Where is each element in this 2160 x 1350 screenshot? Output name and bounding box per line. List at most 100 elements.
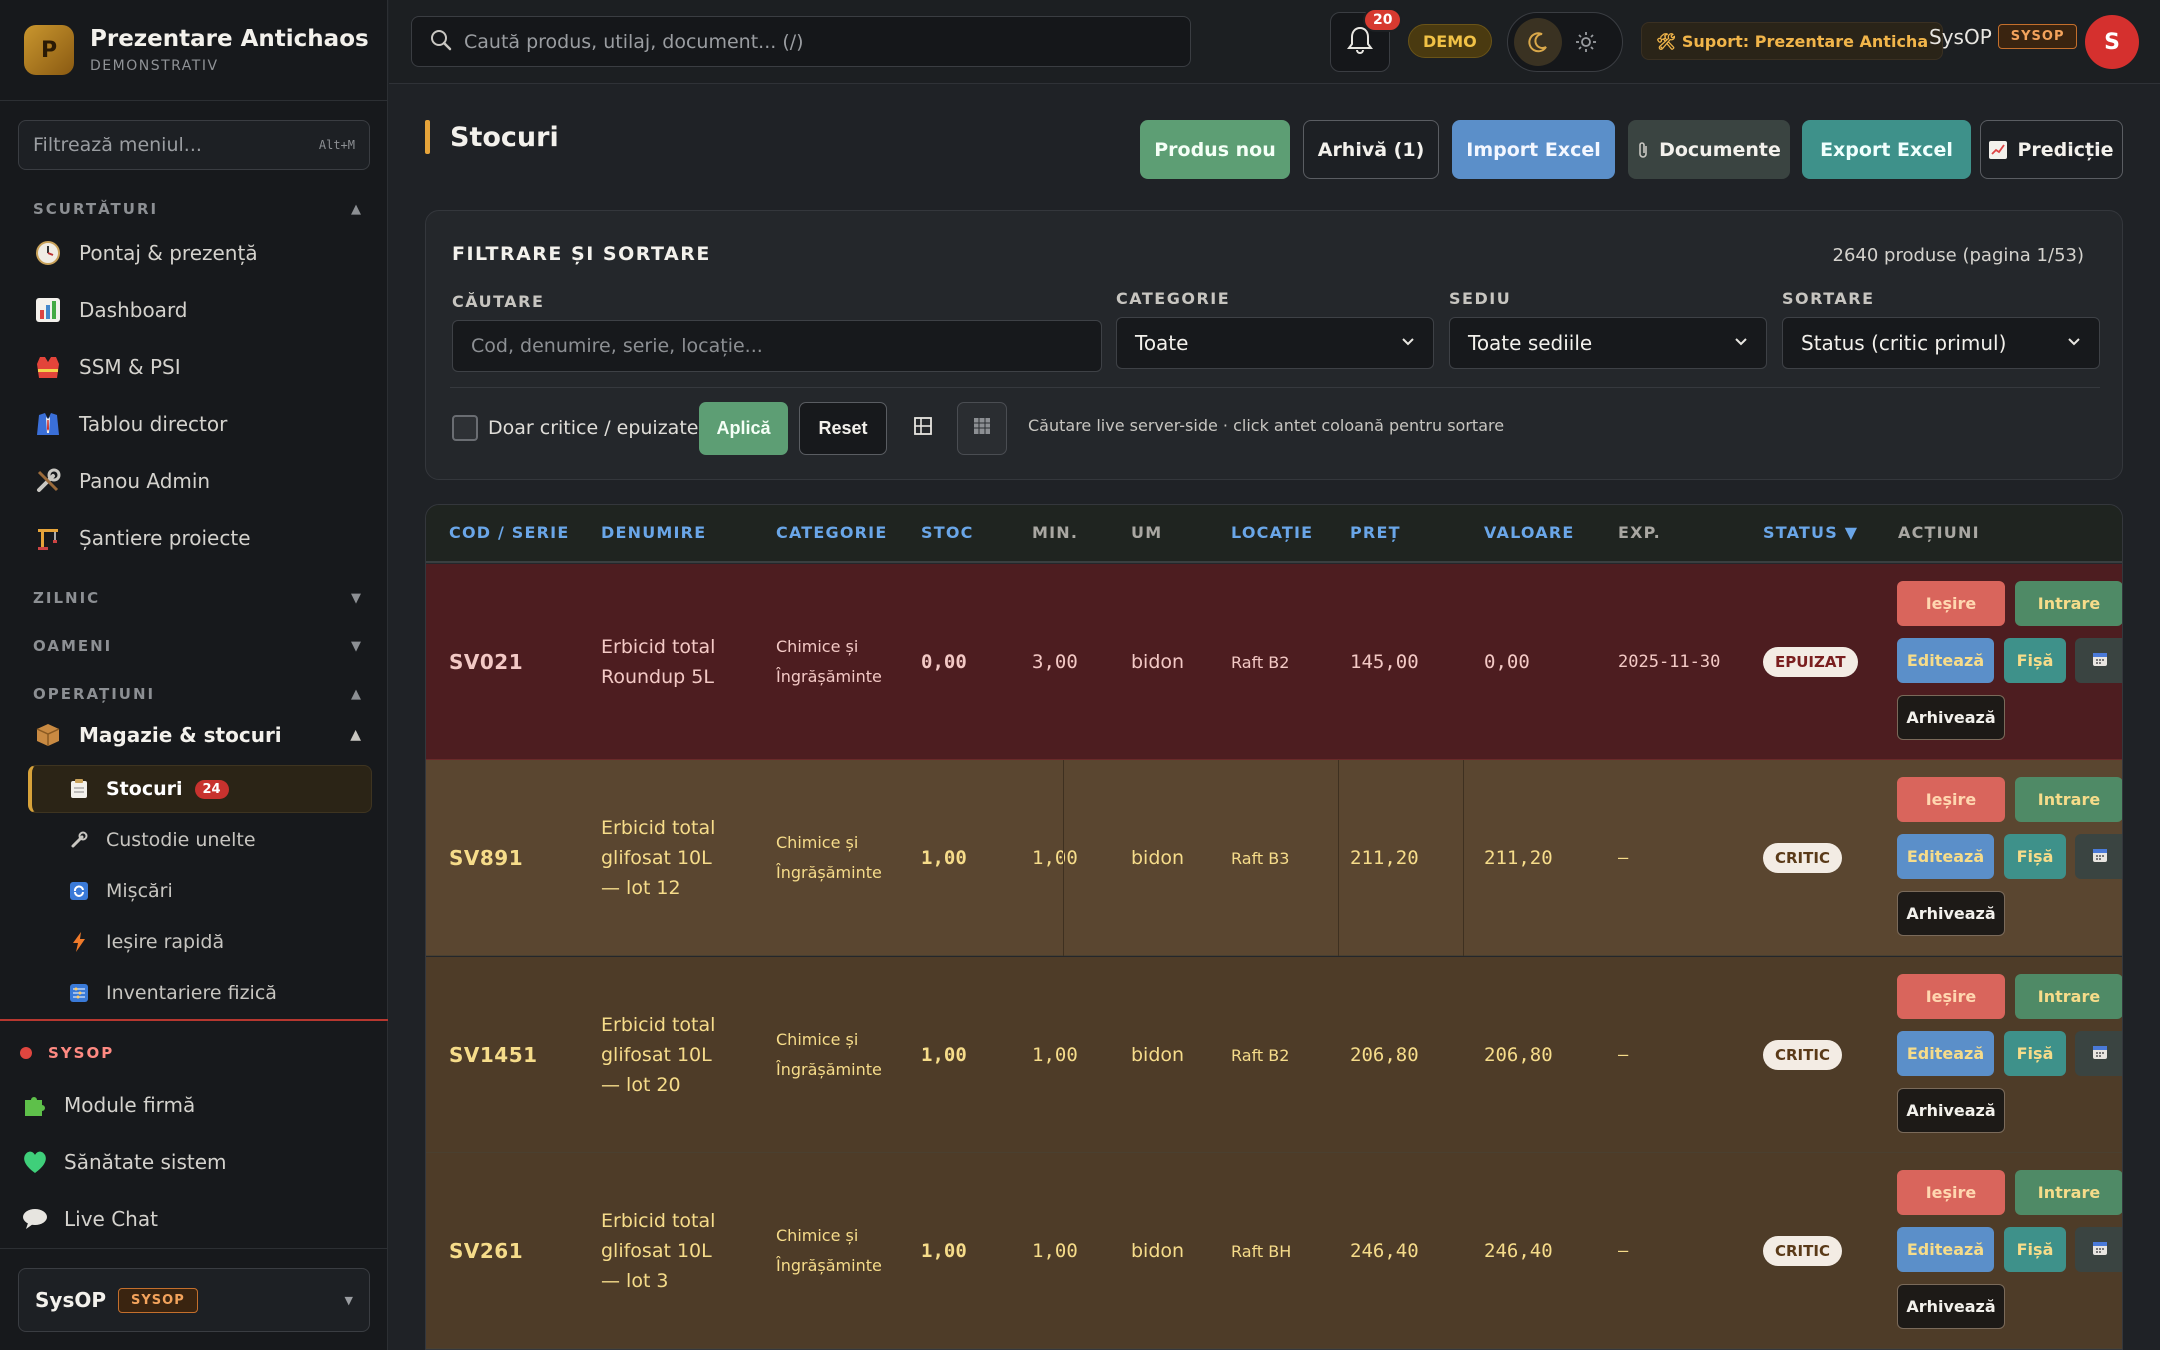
site-select[interactable]: Toate sediile xyxy=(1449,317,1767,369)
calendar-button[interactable] xyxy=(2075,1031,2122,1076)
sort-select[interactable]: Status (critic primul) xyxy=(1782,317,2100,369)
sun-icon[interactable] xyxy=(1562,18,1610,66)
stock-out-button[interactable]: Ieșire xyxy=(1897,974,2005,1019)
th-category[interactable]: CATEGORIE xyxy=(776,523,887,542)
stock-out-button[interactable]: Ieșire xyxy=(1897,777,2005,822)
sheet-button[interactable]: Fișă xyxy=(2004,834,2066,879)
demo-badge: DEMO xyxy=(1408,24,1492,58)
menu-filter-input[interactable] xyxy=(33,134,319,156)
th-status[interactable]: STATUS ▼ xyxy=(1763,523,1858,542)
calendar-button[interactable] xyxy=(2075,1227,2122,1272)
sidebar-item-chat[interactable]: Live Chat xyxy=(20,1199,158,1239)
sidebar-item-dashboard[interactable]: Dashboard xyxy=(33,290,188,330)
divider xyxy=(0,100,388,101)
th-location[interactable]: LOCAȚIE xyxy=(1231,523,1313,542)
th-code[interactable]: COD / SERIE xyxy=(449,523,569,542)
section-zilnic-label: ZILNIC xyxy=(33,589,101,607)
sidebar-item-pontaj[interactable]: Pontaj & prezență xyxy=(33,233,258,273)
archive-row-button[interactable]: Arhivează xyxy=(1897,695,2005,740)
stock-in-button[interactable]: Intrare xyxy=(2015,974,2122,1019)
site-label: SEDIU xyxy=(1449,289,1512,308)
puzzle-icon xyxy=(20,1092,50,1118)
apply-button[interactable]: Aplică xyxy=(699,402,788,455)
sidebar-item-ssm[interactable]: SSM & PSI xyxy=(33,347,181,387)
sidebar-item-sanatate[interactable]: Sănătate sistem xyxy=(20,1142,227,1182)
sidebar-group-magazie[interactable]: Magazie & stocuri ▲ xyxy=(33,714,361,756)
sidebar-item-tablou[interactable]: Tablou director xyxy=(33,404,227,444)
archive-button[interactable]: Arhivă (1) xyxy=(1303,120,1439,179)
th-name[interactable]: DENUMIRE xyxy=(601,523,706,542)
avatar[interactable]: S xyxy=(2085,15,2139,69)
filter-search-input[interactable] xyxy=(471,335,1083,357)
grid-view-button[interactable] xyxy=(957,402,1007,455)
th-price[interactable]: PREȚ xyxy=(1350,523,1401,542)
cell-exp: 2025-11-30 xyxy=(1618,652,1721,672)
user-menu[interactable]: SysOP SYSOP ▼ xyxy=(18,1268,370,1332)
sidebar-item-admin[interactable]: Panou Admin xyxy=(33,461,210,501)
export-excel-button[interactable]: Export Excel xyxy=(1802,120,1971,179)
global-search[interactable] xyxy=(411,16,1191,67)
import-excel-button[interactable]: Import Excel xyxy=(1452,120,1615,179)
stock-out-button[interactable]: Ieșire xyxy=(1897,1170,2005,1215)
stock-in-button[interactable]: Intrare xyxy=(2015,1170,2122,1215)
topbar-user[interactable]: SysOP SYSOP xyxy=(1929,24,2078,49)
brand-title: Prezentare Antichaos xyxy=(90,26,369,52)
calendar-button[interactable] xyxy=(2075,638,2122,683)
sidebar-item-santiere[interactable]: Șantiere proiecte xyxy=(33,518,251,558)
stock-in-button[interactable]: Intrare xyxy=(2015,777,2122,822)
archive-row-button[interactable]: Arhivează xyxy=(1897,891,2005,936)
sidebar-item-inventariere[interactable]: Inventariere fizică xyxy=(28,969,372,1017)
filter-search-field[interactable] xyxy=(452,320,1102,372)
cell-category: Chimice și Îngrășăminte xyxy=(776,637,882,686)
stock-out-button[interactable]: Ieșire xyxy=(1897,581,2005,626)
th-min: MIN. xyxy=(1032,523,1079,542)
sidebar-item-miscari[interactable]: Mișcări xyxy=(28,867,372,915)
th-value[interactable]: VALOARE xyxy=(1484,523,1575,542)
category-select[interactable]: Toate xyxy=(1116,317,1434,369)
section-operatiuni[interactable]: OPERAȚIUNI ▲ xyxy=(33,685,361,703)
prediction-button[interactable]: Predicție xyxy=(1980,120,2123,179)
table-row: SV891 Erbicid total glifosat 10L — lot 12… xyxy=(426,760,2122,956)
sort-value: Status (critic primul) xyxy=(1801,331,2007,355)
support-button[interactable]: 🛠 Suport: Prezentare Anticha xyxy=(1641,22,1944,60)
sidebar-item-custodie[interactable]: Custodie unelte xyxy=(28,816,372,864)
th-stock[interactable]: STOC xyxy=(921,523,974,542)
sidebar-item-iesire-rapida[interactable]: Ieșire rapidă xyxy=(28,918,372,966)
documents-button[interactable]: Documente xyxy=(1628,120,1790,179)
new-product-button[interactable]: Produs nou xyxy=(1140,120,1290,179)
section-zilnic[interactable]: ZILNIC ▼ xyxy=(33,589,361,607)
section-oameni[interactable]: OAMENI ▼ xyxy=(33,637,361,655)
critical-only-checkbox[interactable] xyxy=(452,415,478,441)
edit-button[interactable]: Editează xyxy=(1897,1227,1994,1272)
sheet-button[interactable]: Fișă xyxy=(2004,1227,2066,1272)
critical-only-filter[interactable]: Doar critice / epuizate xyxy=(452,402,698,454)
cell-exp: — xyxy=(1618,1241,1629,1261)
cell-name: Erbicid total Roundup 5L xyxy=(601,636,716,688)
reset-button[interactable]: Reset xyxy=(799,402,887,455)
edit-button[interactable]: Editează xyxy=(1897,1031,1994,1076)
sheet-button[interactable]: Fișă xyxy=(2004,638,2066,683)
stock-in-button[interactable]: Intrare xyxy=(2015,581,2122,626)
archive-row-button[interactable]: Arhivează xyxy=(1897,1088,2005,1133)
global-search-input[interactable] xyxy=(464,30,1172,53)
section-shortcuts[interactable]: SCURTĂTURI ▲ xyxy=(33,200,361,218)
paperclip-icon xyxy=(1637,141,1649,159)
product-count: 2640 produse (pagina 1/53) xyxy=(1832,245,2085,266)
edit-button[interactable]: Editează xyxy=(1897,638,1994,683)
sheet-button[interactable]: Fișă xyxy=(2004,1031,2066,1076)
cell-category: Chimice și Îngrășăminte xyxy=(776,1030,882,1079)
sidebar-item-stocuri[interactable]: Stocuri 24 xyxy=(28,765,372,813)
chevron-down-icon: ▼ xyxy=(351,638,361,654)
moon-icon[interactable] xyxy=(1514,18,1562,66)
menu-filter[interactable]: Alt+M xyxy=(18,120,370,170)
theme-toggle[interactable] xyxy=(1507,12,1623,72)
search-label: CĂUTARE xyxy=(452,292,545,311)
archive-row-button[interactable]: Arhivează xyxy=(1897,1284,2005,1329)
cell-min: 1,00 xyxy=(1032,847,1078,869)
calendar-button[interactable] xyxy=(2075,834,2122,879)
edit-button[interactable]: Editează xyxy=(1897,834,1994,879)
sidebar-item-module[interactable]: Module firmă xyxy=(20,1085,195,1125)
sidebar-item-label: Live Chat xyxy=(64,1207,158,1231)
brand[interactable]: P Prezentare Antichaos DEMONSTRATIV xyxy=(24,22,369,78)
columns-view-button[interactable] xyxy=(898,402,948,455)
